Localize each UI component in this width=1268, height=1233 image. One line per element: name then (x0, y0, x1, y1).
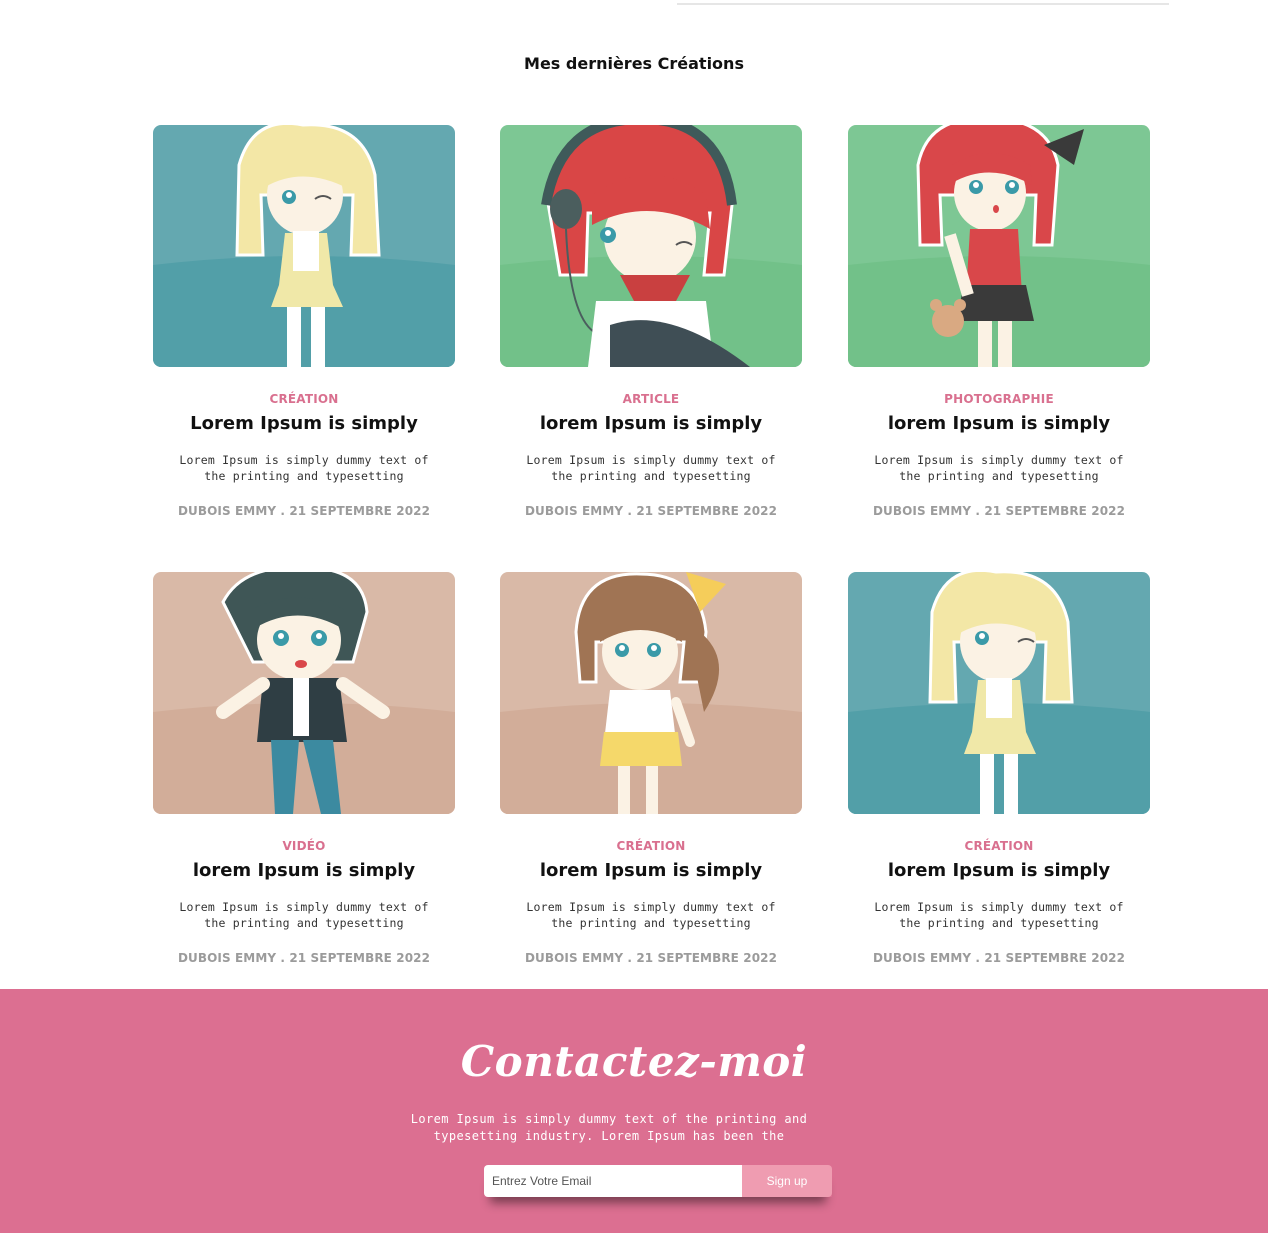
card-title[interactable]: lorem Ipsum is simply (153, 860, 455, 882)
card-image[interactable] (153, 125, 455, 367)
card-title[interactable]: lorem Ipsum is simply (500, 413, 802, 435)
anime-girl-blonde-illustration (153, 125, 455, 367)
anime-girl-teddy-bear-illustration (848, 125, 1150, 367)
newsletter-form: Sign up (484, 1165, 832, 1197)
card-meta: DUBOIS EMMY . 21 SEPTEMBRE 2022 (524, 951, 778, 965)
card-category: CRÉATION (616, 839, 686, 853)
card-meta: DUBOIS EMMY . 21 SEPTEMBRE 2022 (177, 504, 431, 518)
card-meta: DUBOIS EMMY . 21 SEPTEMBRE 2022 (177, 951, 431, 965)
card-category: VIDÉO (282, 839, 326, 853)
card-meta: DUBOIS EMMY . 21 SEPTEMBRE 2022 (872, 504, 1126, 518)
card-image[interactable] (153, 572, 455, 814)
anime-girl-ponytail-illustration (500, 572, 802, 814)
creation-card[interactable]: VIDÉO lorem Ipsum is simply Lorem Ipsum … (153, 572, 455, 965)
creation-card[interactable]: CRÉATION Lorem Ipsum is simply Lorem Ips… (153, 125, 455, 518)
contact-section: Contactez-moi Lorem Ipsum is simply dumm… (0, 989, 1268, 1233)
card-title[interactable]: lorem Ipsum is simply (848, 860, 1150, 882)
top-divider (677, 3, 1169, 5)
creation-card[interactable]: CRÉATION lorem Ipsum is simply Lorem Ips… (848, 572, 1150, 965)
anime-girl-headphones-illustration (500, 125, 802, 367)
card-description: Lorem Ipsum is simply dummy text of the … (874, 453, 1124, 483)
contact-text: Lorem Ipsum is simply dummy text of the … (410, 1112, 808, 1143)
card-title[interactable]: lorem Ipsum is simply (848, 413, 1150, 435)
card-image[interactable] (500, 125, 802, 367)
card-description: Lorem Ipsum is simply dummy text of the … (874, 900, 1124, 930)
card-title[interactable]: lorem Ipsum is simply (500, 860, 802, 882)
card-image[interactable] (848, 125, 1150, 367)
creation-card[interactable]: PHOTOGRAPHIE lorem Ipsum is simply Lorem… (848, 125, 1150, 518)
card-category: PHOTOGRAPHIE (944, 392, 1054, 406)
card-title[interactable]: Lorem Ipsum is simply (153, 413, 455, 435)
section-title: Mes dernières Créations (524, 54, 744, 73)
card-description: Lorem Ipsum is simply dummy text of the … (179, 453, 429, 483)
card-image[interactable] (848, 572, 1150, 814)
card-description: Lorem Ipsum is simply dummy text of the … (526, 900, 776, 930)
card-meta: DUBOIS EMMY . 21 SEPTEMBRE 2022 (872, 951, 1126, 965)
creation-card[interactable]: ARTICLE lorem Ipsum is simply Lorem Ipsu… (500, 125, 802, 518)
email-input[interactable] (484, 1165, 742, 1197)
creation-card[interactable]: CRÉATION lorem Ipsum is simply Lorem Ips… (500, 572, 802, 965)
signup-button[interactable]: Sign up (742, 1165, 832, 1197)
anime-girl-blonde-illustration (848, 572, 1150, 814)
card-meta: DUBOIS EMMY . 21 SEPTEMBRE 2022 (524, 504, 778, 518)
anime-boy-illustration (153, 572, 455, 814)
card-category: CRÉATION (964, 839, 1034, 853)
contact-title: Contactez-moi (460, 1037, 808, 1086)
card-description: Lorem Ipsum is simply dummy text of the … (526, 453, 776, 483)
card-category: CRÉATION (269, 392, 339, 406)
card-description: Lorem Ipsum is simply dummy text of the … (179, 900, 429, 930)
card-image[interactable] (500, 572, 802, 814)
card-category: ARTICLE (622, 392, 680, 406)
